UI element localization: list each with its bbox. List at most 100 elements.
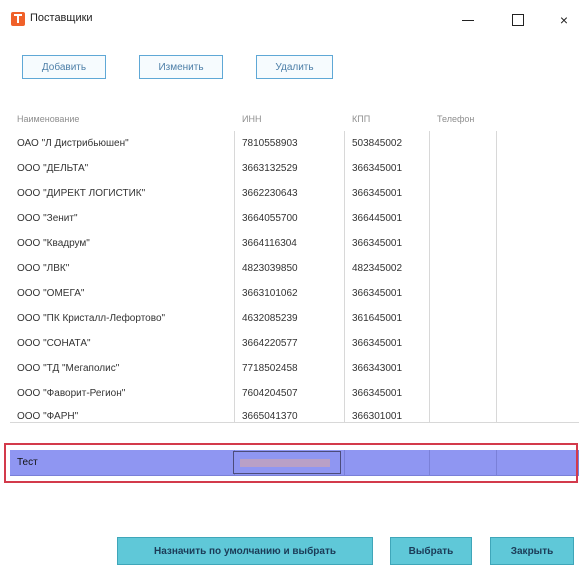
cell-kpp: 366345001 bbox=[345, 231, 430, 256]
add-button[interactable]: Добавить bbox=[22, 55, 106, 79]
cell-phone bbox=[430, 281, 497, 306]
cell-name: ООО "ФАРН" bbox=[10, 406, 235, 422]
cell-phone bbox=[430, 156, 497, 181]
cell-inn: 4823039850 bbox=[235, 256, 345, 281]
table-row[interactable]: ООО "ПК Кристалл-Лефортово" 4632085239 3… bbox=[10, 306, 579, 332]
edit-button[interactable]: Изменить bbox=[139, 55, 223, 79]
table-row[interactable]: ООО "ДИРЕКТ ЛОГИСТИК" 3662230643 3663450… bbox=[10, 181, 579, 207]
cell-inn: 3663132529 bbox=[235, 156, 345, 181]
cell-empty bbox=[497, 356, 579, 381]
cell-phone bbox=[430, 131, 497, 156]
close-button[interactable]: Закрыть bbox=[490, 537, 574, 565]
table-row[interactable]: ООО "ОМЕГА" 3663101062 366345001 bbox=[10, 281, 579, 307]
column-header-phone[interactable]: Телефон bbox=[437, 114, 474, 124]
cell-name: ООО "ДИРЕКТ ЛОГИСТИК" bbox=[10, 181, 235, 206]
cell-kpp: 366301001 bbox=[345, 406, 430, 422]
cell-empty bbox=[497, 306, 579, 331]
cell-empty bbox=[497, 450, 579, 475]
maximize-button[interactable] bbox=[500, 8, 536, 32]
cell-kpp: 366345001 bbox=[345, 381, 430, 406]
cell-phone bbox=[430, 381, 497, 406]
cell-empty bbox=[497, 406, 579, 422]
window-title: Поставщики bbox=[30, 12, 93, 24]
cell-name: Тест bbox=[10, 450, 235, 475]
cell-inn: 7604204507 bbox=[235, 381, 345, 406]
maximize-icon bbox=[512, 14, 524, 26]
redacted-value bbox=[240, 459, 330, 467]
cell-name: ООО "Фаворит-Регион" bbox=[10, 381, 235, 406]
cell-phone bbox=[430, 206, 497, 231]
cell-name: ОАО "Л Дистрибьюшен" bbox=[10, 131, 235, 156]
cell-empty bbox=[497, 331, 579, 356]
cell-phone bbox=[430, 181, 497, 206]
cell-name: ООО "ОМЕГА" bbox=[10, 281, 235, 306]
cell-inn: 7718502458 bbox=[235, 356, 345, 381]
cell-kpp: 366343001 bbox=[345, 356, 430, 381]
set-default-and-select-button[interactable]: Назначить по умолчанию и выбрать bbox=[117, 537, 373, 565]
cell-empty bbox=[497, 181, 579, 206]
cell-name: ООО "Квадрум" bbox=[10, 231, 235, 256]
cell-name: ООО "ПК Кристалл-Лефортово" bbox=[10, 306, 235, 331]
table-row[interactable]: ОАО "Л Дистрибьюшен" 7810558903 50384500… bbox=[10, 131, 579, 157]
cell-kpp: 366445001 bbox=[345, 206, 430, 231]
column-header-kpp[interactable]: КПП bbox=[352, 114, 370, 124]
cell-inn: 7810558903 bbox=[235, 131, 345, 156]
cell-kpp bbox=[345, 450, 430, 475]
new-row-selected[interactable]: Тест bbox=[10, 450, 579, 476]
cell-phone bbox=[430, 256, 497, 281]
inn-edit-field[interactable] bbox=[233, 451, 341, 474]
column-header-name[interactable]: Наименование bbox=[17, 114, 79, 124]
table-header: Наименование ИНН КПП Телефон bbox=[10, 93, 579, 132]
cell-inn: 3664055700 bbox=[235, 206, 345, 231]
minimize-icon bbox=[462, 19, 474, 21]
table-row[interactable]: ООО "ФАРН" 3665041370 366301001 bbox=[10, 406, 579, 423]
table-row[interactable]: ООО "ЛВК" 4823039850 482345002 bbox=[10, 256, 579, 282]
select-button[interactable]: Выбрать bbox=[390, 537, 472, 565]
table-row[interactable]: ООО "ДЕЛЬТА" 3663132529 366345001 bbox=[10, 156, 579, 182]
close-icon: × bbox=[559, 12, 569, 28]
cell-inn: 3665041370 bbox=[235, 406, 345, 422]
cell-empty bbox=[497, 281, 579, 306]
title-bar: Поставщики × bbox=[0, 0, 579, 40]
cell-empty bbox=[497, 231, 579, 256]
cell-name: ООО "СОНАТА" bbox=[10, 331, 235, 356]
minimize-button[interactable] bbox=[450, 8, 486, 32]
table-row[interactable]: ООО "Фаворит-Регион" 7604204507 36634500… bbox=[10, 381, 579, 407]
cell-empty bbox=[497, 256, 579, 281]
cell-inn: 3663101062 bbox=[235, 281, 345, 306]
cell-phone bbox=[430, 231, 497, 256]
cell-inn: 4632085239 bbox=[235, 306, 345, 331]
cell-inn: 3664220577 bbox=[235, 331, 345, 356]
cell-name: ООО "ДЕЛЬТА" bbox=[10, 156, 235, 181]
cell-empty bbox=[497, 131, 579, 156]
column-header-inn[interactable]: ИНН bbox=[242, 114, 261, 124]
cell-empty bbox=[497, 206, 579, 231]
cell-phone bbox=[430, 406, 497, 422]
delete-button[interactable]: Удалить bbox=[256, 55, 333, 79]
table-row[interactable]: ООО "Зенит" 3664055700 366445001 bbox=[10, 206, 579, 232]
cell-phone bbox=[430, 356, 497, 381]
cell-inn: 3664116304 bbox=[235, 231, 345, 256]
cell-kpp: 366345001 bbox=[345, 281, 430, 306]
cell-kpp: 366345001 bbox=[345, 156, 430, 181]
cell-name: ООО "ТД "Мегаполис" bbox=[10, 356, 235, 381]
cell-phone bbox=[430, 306, 497, 331]
cell-name: ООО "Зенит" bbox=[10, 206, 235, 231]
cell-kpp: 361645001 bbox=[345, 306, 430, 331]
cell-kpp: 503845002 bbox=[345, 131, 430, 156]
app-icon bbox=[11, 12, 25, 26]
suppliers-table: Наименование ИНН КПП Телефон ОАО "Л Дист… bbox=[10, 93, 579, 493]
cell-phone bbox=[430, 331, 497, 356]
cell-empty bbox=[497, 381, 579, 406]
cell-kpp: 366345001 bbox=[345, 181, 430, 206]
cell-empty bbox=[497, 156, 579, 181]
cell-inn: 3662230643 bbox=[235, 181, 345, 206]
table-row[interactable]: ООО "ТД "Мегаполис" 7718502458 366343001 bbox=[10, 356, 579, 382]
cell-name: ООО "ЛВК" bbox=[10, 256, 235, 281]
cell-kpp: 482345002 bbox=[345, 256, 430, 281]
cell-kpp: 366345001 bbox=[345, 331, 430, 356]
table-row[interactable]: ООО "СОНАТА" 3664220577 366345001 bbox=[10, 331, 579, 357]
cell-phone bbox=[430, 450, 497, 475]
close-window-button[interactable]: × bbox=[549, 8, 579, 32]
table-row[interactable]: ООО "Квадрум" 3664116304 366345001 bbox=[10, 231, 579, 257]
